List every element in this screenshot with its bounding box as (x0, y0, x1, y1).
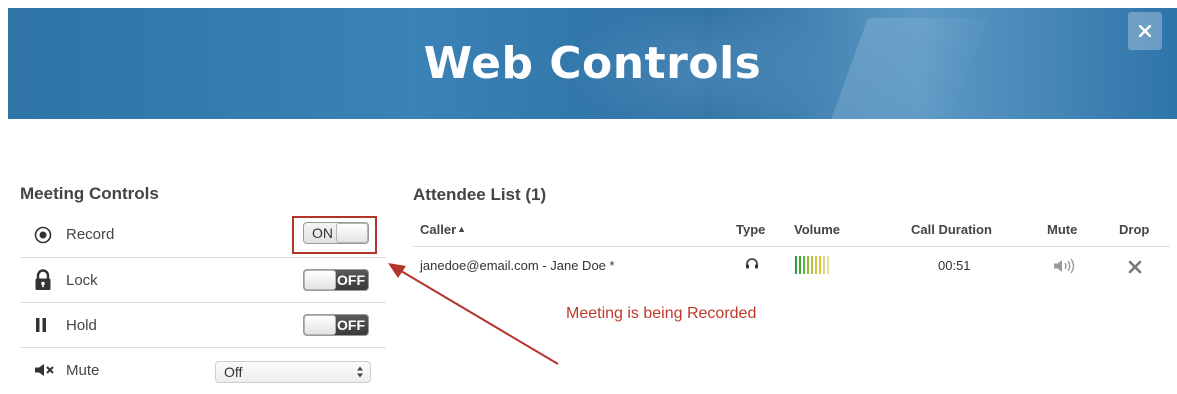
column-header-call-duration: Call Duration (911, 222, 992, 237)
control-label-hold: Hold (66, 316, 97, 334)
drop-attendee-button[interactable] (1128, 260, 1142, 277)
control-label-mute: Mute (66, 361, 100, 379)
close-button[interactable] (1128, 12, 1162, 50)
mute-select[interactable]: Off (215, 361, 371, 383)
column-header-drop: Drop (1119, 222, 1150, 237)
column-header-volume: Volume (794, 222, 840, 237)
toggle-knob (304, 270, 336, 290)
select-arrows-icon (357, 366, 363, 378)
toggle-knob (304, 315, 336, 335)
call-duration-cell: 00:51 (938, 258, 971, 273)
speaker-icon (1054, 258, 1075, 274)
hold-toggle[interactable]: OFF (303, 314, 369, 336)
attendee-list-title: Attendee List (1) (413, 185, 547, 204)
lock-toggle-label: OFF (337, 272, 365, 288)
control-label-record: Record (66, 226, 115, 243)
volume-bars-icon (795, 255, 831, 278)
speaker-mute-icon (34, 359, 64, 381)
close-icon (1139, 25, 1151, 37)
lock-toggle[interactable]: OFF (303, 269, 369, 291)
control-row-mute: Mute Off (20, 347, 386, 392)
control-row-lock: Lock OFF (20, 257, 386, 302)
lock-icon (34, 269, 64, 291)
close-icon (1128, 260, 1142, 274)
column-header-caller-label: Caller (420, 222, 457, 237)
mute-select-value: Off (224, 364, 243, 380)
column-header-type: Type (736, 222, 766, 237)
mute-attendee-button[interactable] (1053, 258, 1075, 277)
record-icon (34, 224, 64, 246)
record-highlight-box (292, 216, 377, 254)
meeting-controls-title: Meeting Controls (20, 184, 159, 203)
pause-icon (34, 314, 64, 336)
annotation-arrow (388, 263, 559, 365)
headset-icon (745, 258, 759, 273)
page-title: Web Controls (423, 38, 762, 89)
hold-toggle-label: OFF (337, 317, 365, 333)
annotation-text: Meeting is being Recorded (566, 305, 757, 322)
sort-ascending-icon: ▲ (457, 224, 467, 234)
header-banner: Web Controls (8, 8, 1177, 119)
column-header-mute: Mute (1047, 222, 1078, 237)
control-row-hold: Hold OFF (20, 302, 386, 347)
column-header-caller[interactable]: Caller▲ (420, 222, 466, 240)
table-header-divider (413, 246, 1170, 247)
control-label-lock: Lock (66, 271, 98, 289)
